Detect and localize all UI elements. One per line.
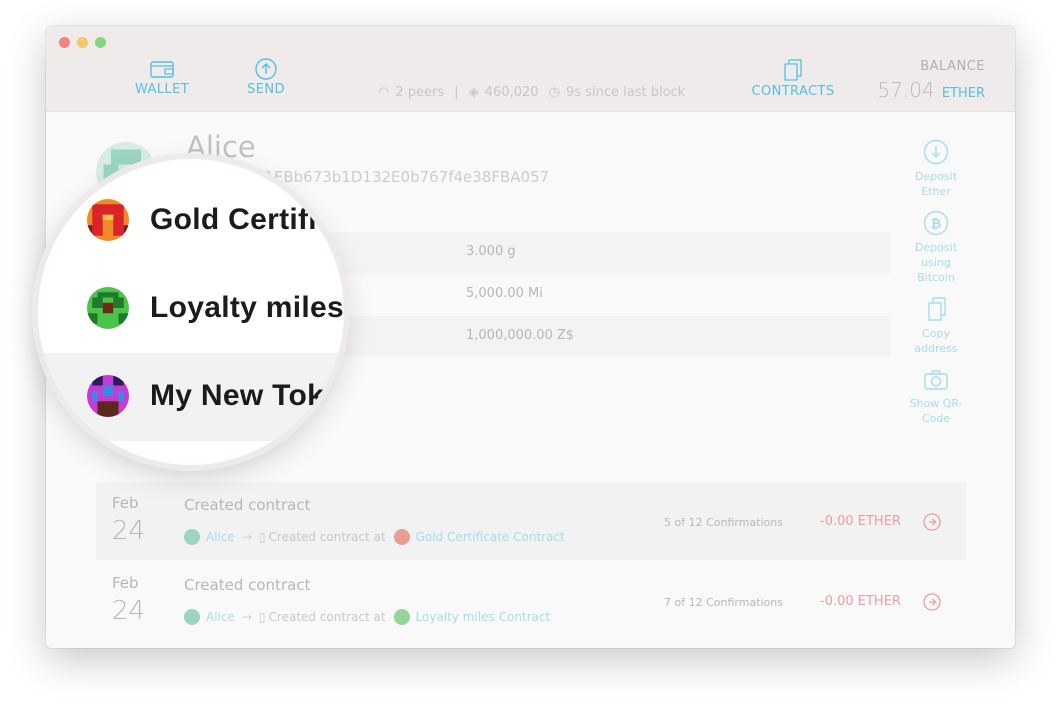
transaction-row[interactable]: Feb 24 Created contract Alice → ▯ Create… [96,562,966,640]
token-name: Loyalty miles [150,291,344,324]
tx-day: 24 [112,596,146,626]
tx-amount: -0.00 ETHER [820,514,901,529]
deposit-bitcoin-label: Bitcoin [917,271,955,284]
transaction-row[interactable]: Feb 24 Created contract Alice → ▯ Create… [96,482,966,560]
token-name: Gold Certifi [150,203,317,236]
copy-address-label: address [914,342,958,355]
deposit-bitcoin-button[interactable]: ₿ Deposit using Bitcoin [906,210,966,285]
clock-icon: ◷ [548,85,561,100]
nav-contracts-label: CONTRACTS [751,84,835,99]
balance-amount: 57.04 [877,78,935,102]
header-bar: WALLET SEND ◠ 2 peers | ◈ 460,020 ◷ 9s sinc… [46,26,1015,112]
peers-icon: ◠ [378,85,390,100]
balance-unit: ETHER [941,86,985,101]
show-qr-label: Code [921,412,951,425]
new-token-identicon [87,375,129,417]
arrow-right-circle-icon[interactable] [922,512,942,532]
tx-title: Created contract [184,496,311,514]
token-amount: 5,000.00 Mi [466,286,543,301]
token-amount: 3.000 g [466,244,516,259]
tx-target-link[interactable]: Loyalty miles Contract [416,610,551,624]
status-separator: | [454,85,459,100]
tx-from-link[interactable]: Alice [206,610,235,624]
contract-identicon [393,529,410,545]
since-last-block: 9s since last block [566,85,686,100]
deposit-bitcoin-label: Deposit [914,241,958,254]
bitcoin-icon: ₿ [923,210,949,236]
deposit-ether-label: Ether [921,185,951,198]
tx-title: Created contract [184,576,311,594]
camera-icon [924,370,948,390]
gold-token-identicon [87,199,129,241]
loyalty-token-identicon [87,287,129,329]
deposit-bitcoin-label: using [921,256,951,269]
from-identicon [184,609,200,625]
from-identicon [184,529,200,545]
copy-address-label: Copy [922,327,950,340]
svg-text:₿: ₿ [931,217,942,232]
deposit-ether-label: Deposit [914,170,958,183]
blocks-icon: ◈ [468,85,479,100]
arrow-down-circle-icon [923,139,949,165]
tx-from-link[interactable]: Alice [206,530,235,544]
wallet-icon [150,61,174,78]
tx-detail: Alice → ▯ Created contract at Gold Certi… [184,529,565,545]
nav-send-label: SEND [247,82,285,97]
arrow-right-icon: → [241,610,252,624]
token-list-item[interactable]: Gold Certifi [38,177,344,265]
contract-identicon [393,609,410,625]
arrow-right-circle-icon[interactable] [922,592,942,612]
tx-confirmations: 5 of 12 Confirmations [664,516,783,529]
token-amount: 1,000,000.00 Z$ [466,328,575,343]
document-icon: ▯ [258,530,266,544]
balance-display: 57.04 ETHER [877,78,985,102]
token-list-item[interactable]: Loyalty miles [38,265,344,353]
peer-count: 2 peers [395,85,445,100]
tx-month: Feb [112,574,139,592]
copy-address-button[interactable]: Copy address [906,296,966,356]
maximize-window-button[interactable] [95,37,106,48]
document-icon: ▯ [258,610,266,624]
tx-detail: Alice → ▯ Created contract at Loyalty mi… [184,609,550,625]
balance-label: BALANCE [920,59,985,74]
show-qr-code-button[interactable]: Show QR- Code [906,368,966,426]
contracts-icon [784,59,802,81]
tx-month: Feb [112,494,139,512]
tx-action: Created contract at [268,610,386,624]
magnifier-lens: Gold Certifi Loyalty miles My New Tok [38,159,344,465]
tx-day: 24 [112,516,146,546]
nav-wallet[interactable]: WALLET [134,58,190,97]
deposit-ether-button[interactable]: Deposit Ether [906,139,966,199]
token-list-item[interactable]: My New Tok [38,353,344,441]
minimize-window-button[interactable] [77,37,88,48]
nav-send[interactable]: SEND [242,58,290,97]
tx-amount: -0.00 ETHER [820,594,901,609]
show-qr-label: Show QR- [909,397,963,410]
copy-icon [928,297,946,321]
arrow-up-circle-icon [255,58,277,80]
nav-wallet-label: WALLET [134,82,190,97]
block-number: 460,020 [484,85,539,100]
network-status: ◠ 2 peers | ◈ 460,020 ◷ 9s since last block [378,85,691,100]
token-name: My New Tok [150,379,325,412]
close-window-button[interactable] [59,37,70,48]
nav-contracts[interactable]: CONTRACTS [746,58,840,99]
tx-confirmations: 7 of 12 Confirmations [664,596,783,609]
tx-action: Created contract at [268,530,386,544]
tx-target-link[interactable]: Gold Certificate Contract [416,530,565,544]
arrow-right-icon: → [241,530,252,544]
